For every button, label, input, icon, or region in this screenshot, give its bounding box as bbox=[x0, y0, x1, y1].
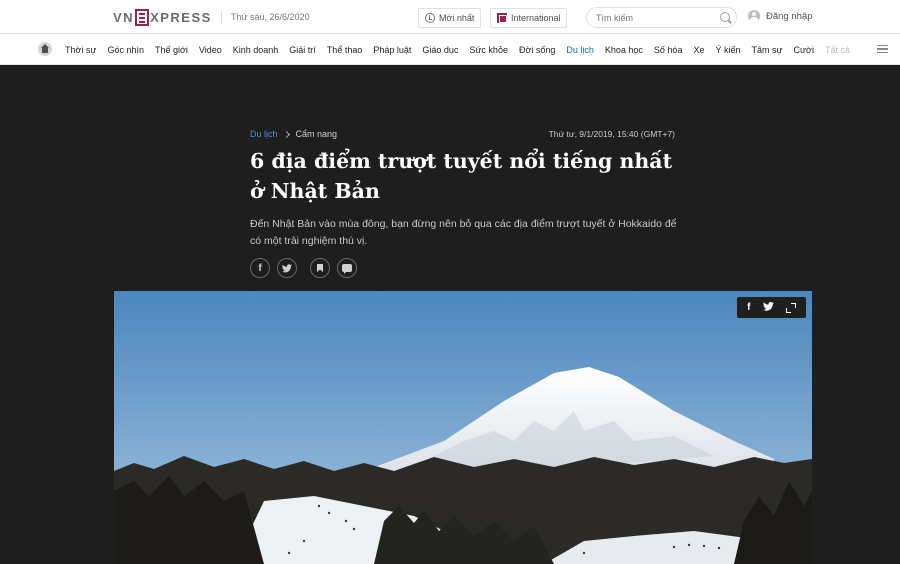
nav-item-khoa-hoc[interactable]: Khoa học bbox=[605, 45, 643, 55]
nav-item-video[interactable]: Video bbox=[199, 45, 222, 55]
international-icon bbox=[497, 13, 507, 23]
category-nav: Thời sự Góc nhìn Thế giới Video Kinh doa… bbox=[0, 34, 900, 65]
twitter-icon[interactable] bbox=[277, 258, 297, 278]
nav-item-the-gioi[interactable]: Thế giới bbox=[155, 45, 188, 55]
login-button[interactable]: Đăng nhập bbox=[748, 10, 812, 22]
vnexpress-logo[interactable]: VN XPRESS bbox=[113, 8, 212, 26]
chevron-right-icon bbox=[282, 130, 290, 138]
nav-item-cuoi[interactable]: Cười bbox=[794, 45, 814, 55]
login-label: Đăng nhập bbox=[766, 10, 813, 22]
nav-item-xe[interactable]: Xe bbox=[693, 45, 704, 55]
comment-glyph bbox=[342, 264, 352, 274]
nav-item-y-kien[interactable]: Ý kiến bbox=[715, 45, 740, 55]
photo-twitter-bird-glyph bbox=[762, 301, 774, 311]
search-input[interactable]: Tìm kiếm bbox=[586, 7, 737, 28]
nav-item-phap-luat[interactable]: Pháp luật bbox=[373, 45, 411, 55]
nav-item-du-lich[interactable]: Du lịch bbox=[566, 45, 594, 55]
logo-e-mark bbox=[135, 8, 150, 26]
international-label: International bbox=[511, 13, 561, 23]
share-actions: f bbox=[250, 258, 364, 278]
nav-item-kinh-doanh[interactable]: Kinh doanh bbox=[233, 45, 279, 55]
breadcrumb-du-lich[interactable]: Du lịch bbox=[250, 129, 278, 139]
bookmark-glyph bbox=[317, 264, 323, 272]
nav-items: Thời sự Góc nhìn Thế giới Video Kinh doa… bbox=[65, 34, 856, 65]
clock-icon bbox=[425, 13, 435, 23]
nav-item-tam-su[interactable]: Tâm sự bbox=[751, 45, 782, 55]
nav-item-giao-duc[interactable]: Giáo dục bbox=[422, 45, 458, 55]
nav-item-tat-ca[interactable]: Tất cả bbox=[825, 45, 850, 55]
header-date: Thứ sáu, 26/6/2020 bbox=[231, 12, 310, 22]
article-lead: Đến Nhật Bản vào mùa đông, bạn đừng nên … bbox=[250, 218, 677, 247]
latest-news-button[interactable]: Mới nhất bbox=[418, 8, 481, 28]
photo-twitter-icon[interactable] bbox=[762, 301, 774, 314]
search-icon[interactable] bbox=[720, 12, 730, 22]
nav-item-doi-song[interactable]: Đời sống bbox=[519, 45, 555, 55]
nav-item-goc-nhin[interactable]: Góc nhìn bbox=[107, 45, 144, 55]
article-photo[interactable] bbox=[114, 291, 812, 564]
menu-icon[interactable] bbox=[877, 45, 888, 53]
article-date: Thứ tư, 9/1/2019, 15:40 (GMT+7) bbox=[548, 129, 675, 139]
bookmark-icon[interactable] bbox=[310, 258, 330, 278]
expand-icon[interactable] bbox=[785, 302, 796, 313]
breadcrumb: Du lịch Cẩm nang bbox=[250, 129, 337, 139]
comment-icon[interactable] bbox=[337, 258, 357, 278]
header-divider bbox=[221, 11, 222, 24]
nav-item-giai-tri[interactable]: Giải trí bbox=[289, 45, 316, 55]
international-button[interactable]: International bbox=[490, 8, 567, 28]
logo-vn-text: VN bbox=[113, 9, 135, 25]
photo-facebook-icon[interactable]: f bbox=[747, 302, 750, 313]
search-placeholder: Tìm kiếm bbox=[596, 12, 633, 23]
nav-item-thoi-su[interactable]: Thời sự bbox=[65, 45, 96, 55]
logo-xpress-text: XPRESS bbox=[150, 9, 212, 25]
latest-news-label: Mới nhất bbox=[439, 13, 475, 23]
home-icon[interactable] bbox=[38, 42, 52, 56]
nav-item-so-hoa[interactable]: Số hóa bbox=[654, 45, 683, 55]
facebook-icon[interactable]: f bbox=[250, 258, 270, 278]
mountain-photo-graphic bbox=[114, 291, 812, 564]
nav-item-suc-khoe[interactable]: Sức khỏe bbox=[469, 45, 508, 55]
top-header: VN XPRESS Thứ sáu, 26/6/2020 Mới nhất Int… bbox=[0, 0, 900, 34]
photo-toolbar: f bbox=[737, 297, 806, 318]
breadcrumb-cam-nang[interactable]: Cẩm nang bbox=[296, 129, 338, 139]
article-title: 6 địa điểm trượt tuyết nổi tiếng nhất ở … bbox=[250, 149, 673, 203]
user-icon bbox=[748, 10, 760, 22]
twitter-bird-glyph bbox=[282, 263, 292, 272]
nav-item-the-thao[interactable]: Thể thao bbox=[327, 45, 363, 55]
